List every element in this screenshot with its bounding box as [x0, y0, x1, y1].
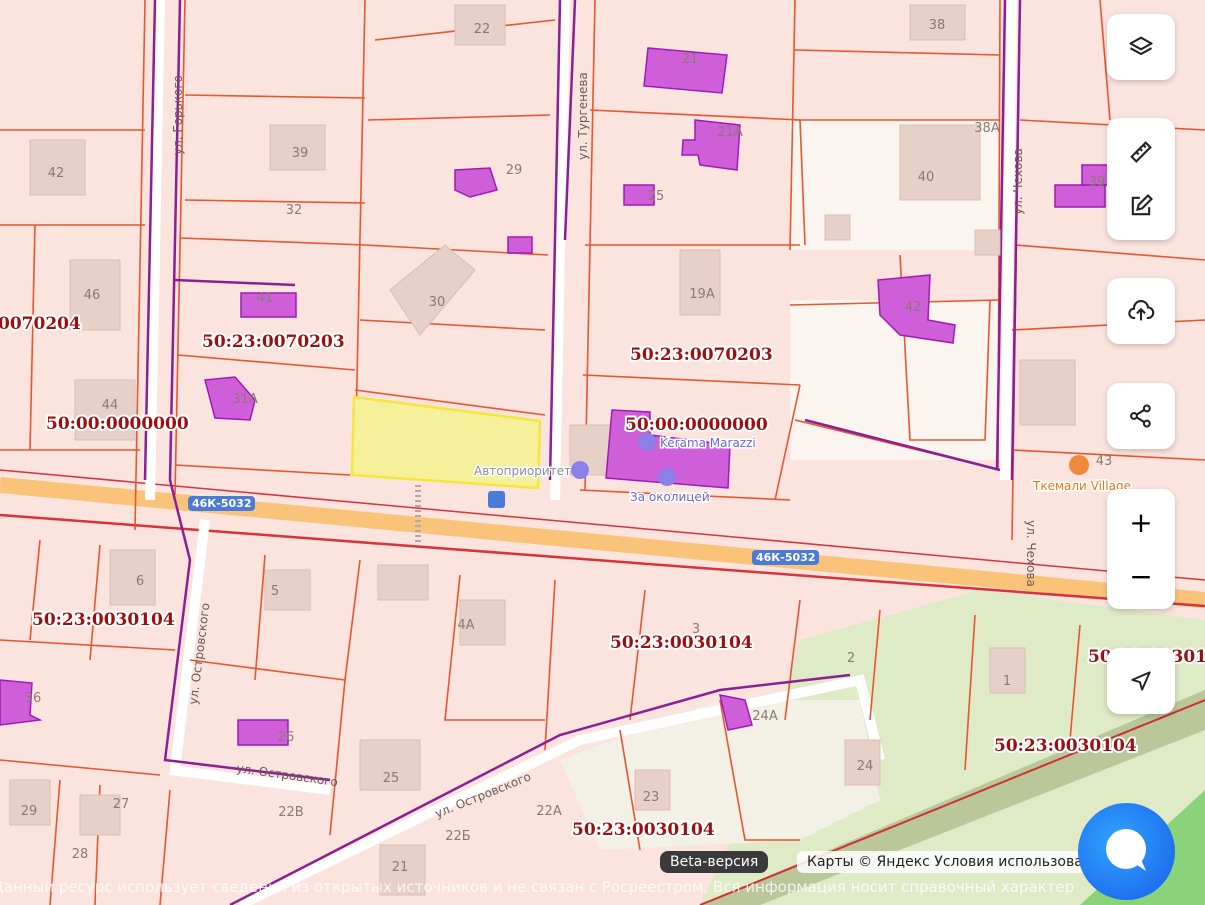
house-number: 41	[257, 291, 274, 306]
house-number: 22А	[536, 804, 562, 819]
chat-icon	[1106, 829, 1146, 871]
locate-icon	[1131, 671, 1151, 691]
hotel-icon[interactable]	[658, 468, 676, 486]
upload-button[interactable]	[1107, 284, 1175, 338]
upload-icon	[1128, 300, 1155, 321]
zoom-in-button[interactable]: +	[1107, 495, 1175, 549]
house-number: 31А	[232, 392, 258, 407]
house-number: 26	[278, 730, 295, 745]
house-number: 5	[271, 584, 279, 599]
zoom-control: + −	[1107, 489, 1175, 609]
house-number: 21	[682, 52, 699, 67]
street-label: ул. Чехова	[1024, 520, 1038, 587]
street-label: ул. Тургенева	[576, 72, 590, 160]
house-number: 36	[25, 691, 42, 706]
poi-icon[interactable]	[571, 461, 589, 479]
house-number: 29	[506, 163, 523, 178]
house-number: 4А	[457, 618, 474, 633]
share-icon	[1130, 404, 1151, 428]
ruler-button[interactable]	[1107, 125, 1175, 179]
locate-control	[1107, 648, 1175, 714]
house-number: 42	[48, 166, 65, 181]
edit-icon	[1131, 194, 1153, 216]
edit-button[interactable]	[1107, 179, 1175, 233]
copyright-link[interactable]: Карты © Яндекс Условия использования	[797, 851, 1087, 873]
cadastral-label: 50:23:0030104	[994, 736, 1137, 756]
house-number: 38А	[974, 121, 1000, 136]
house-number: 29	[21, 804, 38, 819]
house-number: 22В	[278, 805, 303, 820]
layers-icon	[1129, 36, 1153, 56]
house-number: 30	[429, 295, 446, 310]
house-number: 46	[84, 288, 101, 303]
layers-button[interactable]	[1107, 20, 1175, 74]
share-control	[1107, 383, 1175, 449]
cadastral-label: 50:00:0000000	[46, 414, 189, 434]
layers-control	[1107, 14, 1175, 80]
restaurant-icon[interactable]	[1069, 455, 1089, 475]
cadastral-label: 50:00:0000000	[625, 415, 768, 435]
bus-stop-icon[interactable]	[488, 491, 505, 508]
share-button[interactable]	[1107, 389, 1175, 443]
house-number: 43	[1096, 454, 1113, 469]
house-number: 27	[113, 797, 130, 812]
shop-icon[interactable]	[638, 433, 656, 451]
house-number: 1	[1003, 674, 1011, 689]
tools-control	[1107, 118, 1175, 240]
cadastral-label: 50:23:0030104	[572, 820, 715, 840]
beta-badge[interactable]: Beta-версия	[660, 851, 769, 873]
house-number: 23	[643, 790, 660, 805]
poi-kerama-marazzi[interactable]: Kerama Marazzi	[659, 435, 758, 452]
house-number: 6	[136, 574, 144, 589]
house-number: 22	[474, 22, 491, 37]
cadastral-map[interactable]: 22 21 38 42 39 29 32 21А 25 38А 40 39 46…	[0, 0, 1205, 905]
road-shield: 46К-5032	[188, 496, 256, 511]
assistant-button[interactable]	[1078, 803, 1175, 900]
house-number: 19А	[689, 287, 715, 302]
house-number: 39	[292, 146, 309, 161]
house-number: 28	[72, 847, 89, 862]
house-number: 32	[286, 203, 303, 218]
zoom-out-button[interactable]: −	[1107, 549, 1175, 603]
cadastral-label: 0070204	[0, 314, 81, 334]
upload-control	[1107, 278, 1175, 344]
house-number: 25	[648, 189, 665, 204]
house-number: 44	[102, 398, 119, 413]
ruler-icon	[1130, 141, 1152, 163]
street-label: ул. Чехова	[1011, 148, 1025, 215]
cadastral-label: 50:23:0030104	[32, 610, 175, 630]
street-label: ул. Островского	[433, 769, 533, 820]
house-number: 39	[1089, 175, 1106, 190]
house-number: 25	[383, 771, 400, 786]
house-number: 21А	[717, 125, 743, 140]
house-number: 24	[857, 759, 874, 774]
house-number: 24А	[752, 709, 778, 724]
house-number: 38	[929, 18, 946, 33]
street-label: ул. Горького	[171, 75, 185, 155]
house-number: 2	[847, 651, 855, 666]
house-number: 22Б	[445, 829, 470, 844]
house-number: 40	[918, 170, 935, 185]
poi-avtoprioritet[interactable]: Автоприоритет	[473, 463, 573, 480]
cadastral-label: 50:23:0070203	[202, 332, 345, 352]
cadastral-label: 50:23:0030104	[610, 633, 753, 653]
road-shield: 46К-5032	[752, 550, 820, 565]
house-number: 21	[392, 860, 409, 875]
house-number: 42	[905, 300, 922, 315]
disclaimer-text: Данный ресурс использует сведения из отк…	[0, 878, 1075, 896]
poi-za-okolitsey[interactable]: За околицей	[629, 489, 712, 506]
locate-button[interactable]	[1107, 654, 1175, 708]
cadastral-label: 50:23:0070203	[630, 345, 773, 365]
